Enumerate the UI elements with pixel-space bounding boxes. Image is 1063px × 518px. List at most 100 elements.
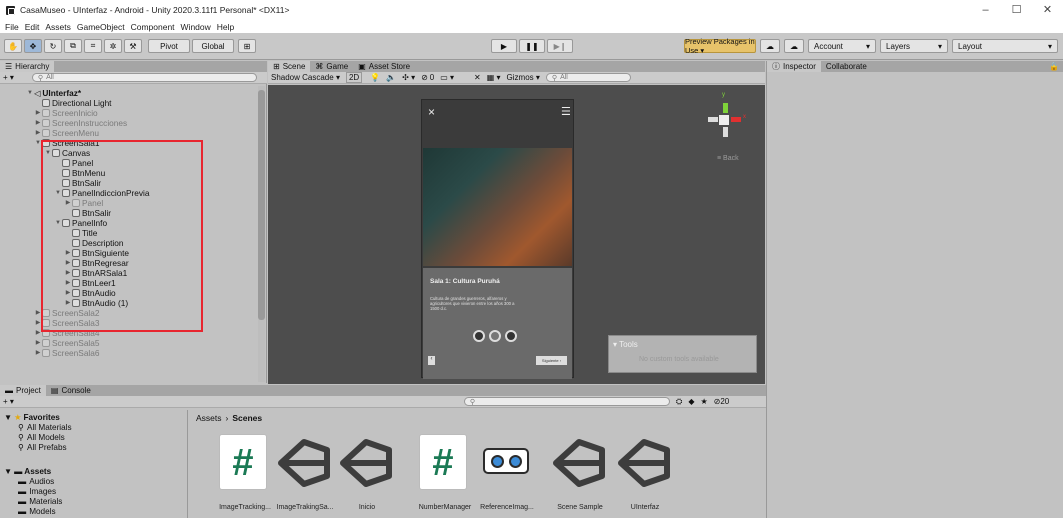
menu-file[interactable]: File [2,22,22,32]
expand-arrow-icon[interactable]: ▶ [34,118,42,128]
step-button[interactable]: ▶❙ [547,39,573,53]
rect-tool-icon[interactable]: ⌗ [84,39,102,53]
tab-asset-store[interactable]: ▣ Asset Store [353,61,415,72]
global-toggle[interactable]: Global [192,39,234,53]
asset-item[interactable]: ReferenceImag... [467,430,547,515]
add-icon[interactable]: + ▾ [3,397,14,406]
tree-item[interactable]: ▶ ScreenInicio [0,108,255,118]
scene-root[interactable]: ▼ ◁ UInterfaz* [0,88,255,98]
hidden-packages-icon[interactable]: ⊘ [714,397,721,406]
asset-item[interactable]: Inicio [327,430,407,515]
cloud-icon[interactable]: ☁ [784,39,804,53]
hierarchy-search-input[interactable]: ⚲ All [31,73,257,82]
tree-item[interactable]: ▶ ScreenMenu [0,128,255,138]
lock-icon[interactable]: 🔒 [1049,62,1059,71]
folder-item[interactable]: ▬ Models [0,507,190,517]
gizmo-x-axis[interactable] [731,117,741,122]
2d-toggle[interactable]: 2D [345,72,363,83]
menu-gameobject[interactable]: GameObject [74,22,128,32]
gizmos-dropdown[interactable]: Gizmos ▾ [507,73,540,82]
camera-icon[interactable]: ▭ ▾ [440,73,454,82]
add-icon[interactable]: + ▾ [3,73,14,82]
hand-tool-icon[interactable]: ✋ [4,39,22,53]
expand-arrow-icon[interactable]: ▼ [4,467,12,477]
tab-collaborate[interactable]: Collaborate [821,61,872,72]
hamburger-menu-icon[interactable]: ☰ [561,105,571,118]
layout-dropdown[interactable]: Layout ▾ [952,39,1058,53]
render-mode-icon[interactable]: ▦ ▾ [487,73,501,82]
preview-packages-badge[interactable]: Preview Packages in Use ▾ [684,37,756,55]
menu-component[interactable]: Component [128,22,178,32]
read-icon[interactable] [489,330,501,342]
folder-item[interactable]: ▬ Audios [0,477,190,487]
tab-project[interactable]: ▬ Project [0,385,46,396]
favorite-item[interactable]: ⚲ All Prefabs [0,443,190,453]
tab-inspector[interactable]: ⓘ Inspector [767,61,821,72]
asset-item[interactable]: UInterfaz [605,430,685,515]
tree-item[interactable]: Directional Light [0,98,255,108]
move-tool-icon[interactable]: ✥ [24,39,42,53]
rotate-tool-icon[interactable]: ↻ [44,39,62,53]
expand-arrow-icon[interactable]: ▼ [4,413,12,423]
tab-console[interactable]: ▤ Console [46,385,96,396]
tree-item[interactable]: ▶ ScreenSala6 [0,348,255,358]
tab-game[interactable]: ⌘ Game [310,61,353,72]
tab-scene[interactable]: ⊞ Scene [268,61,311,72]
scene-orientation-gizmo[interactable]: y x [706,92,746,145]
account-dropdown[interactable]: Account ▾ [808,39,876,53]
favorite-star-icon[interactable]: ★ [700,397,707,406]
menu-edit[interactable]: Edit [22,22,43,32]
gizmo-neg-y-axis[interactable] [723,127,728,137]
project-search-input[interactable]: ⚲ [463,397,670,406]
expand-arrow-icon[interactable]: ▶ [34,338,42,348]
expand-arrow-icon[interactable]: ▶ [34,348,42,358]
pause-button[interactable]: ❚❚ [519,39,545,53]
audio-icon[interactable]: 🔈 [386,73,396,82]
gizmo-center[interactable] [719,115,729,125]
menu-help[interactable]: Help [214,22,237,32]
ar-icon[interactable] [505,330,517,342]
menu-window[interactable]: Window [178,22,214,32]
gizmo-y-axis[interactable] [723,103,728,113]
shading-mode-dropdown[interactable]: Shadow Cascade ▾ [271,73,340,82]
play-audio-icon[interactable] [473,330,485,342]
breadcrumb-scenes[interactable]: Scenes [232,413,262,423]
filter-by-label-icon[interactable]: ◆ [688,397,694,406]
folder-item[interactable]: ▬ Images [0,487,190,497]
transform-tool-icon[interactable]: ✲ [104,39,122,53]
lighting-icon[interactable]: 💡 [370,73,380,82]
close-window-button[interactable]: ✕ [1032,0,1063,20]
next-button[interactable]: Siguiente › [536,356,567,365]
scene-search-input[interactable]: ⚲ All [545,73,631,82]
filter-by-type-icon[interactable]: ⛭ [676,397,682,407]
visibility-icon[interactable]: ⊘ [421,73,428,82]
tree-item[interactable]: ▶ ScreenSala5 [0,338,255,348]
back-arrow-icon[interactable]: ‹ [428,356,435,365]
favorite-item[interactable]: ⚲ All Materials [0,423,190,433]
play-button[interactable]: ▶ [491,39,517,53]
minimize-button[interactable]: – [970,0,1001,20]
gizmo-neg-x-axis[interactable] [708,117,718,122]
tree-item[interactable]: ▶ ScreenInstrucciones [0,118,255,128]
tab-hierarchy[interactable]: ☰ Hierarchy [0,61,55,72]
collab-icon[interactable]: ☁ [760,39,780,53]
effects-icon[interactable]: ✣ ▾ [402,73,415,82]
menu-assets[interactable]: Assets [42,22,74,32]
favorites-group[interactable]: ▼ ★ Favorites [0,413,190,423]
expand-arrow-icon[interactable]: ▶ [34,108,42,118]
folder-item[interactable]: ▬ Materials [0,497,190,507]
close-icon[interactable]: × [428,105,435,119]
grid-snap-icon[interactable]: ⊞ [238,39,256,53]
favorite-item[interactable]: ⚲ All Models [0,433,190,443]
assets-group[interactable]: ▼ ▬ Assets [0,467,190,477]
expand-arrow-icon[interactable]: ▼ [26,88,34,98]
breadcrumb-assets[interactable]: Assets [196,413,222,423]
custom-tool-icon[interactable]: ⚒ [124,39,142,53]
hierarchy-scroll-thumb[interactable] [258,90,265,320]
layers-dropdown[interactable]: Layers ▾ [880,39,948,53]
maximize-button[interactable]: ☐ [1001,0,1032,20]
expand-arrow-icon[interactable]: ▶ [34,128,42,138]
tools-icon[interactable]: ✕ [474,73,481,82]
pivot-toggle[interactable]: Pivot [148,39,190,53]
scale-tool-icon[interactable]: ⧉ [64,39,82,53]
